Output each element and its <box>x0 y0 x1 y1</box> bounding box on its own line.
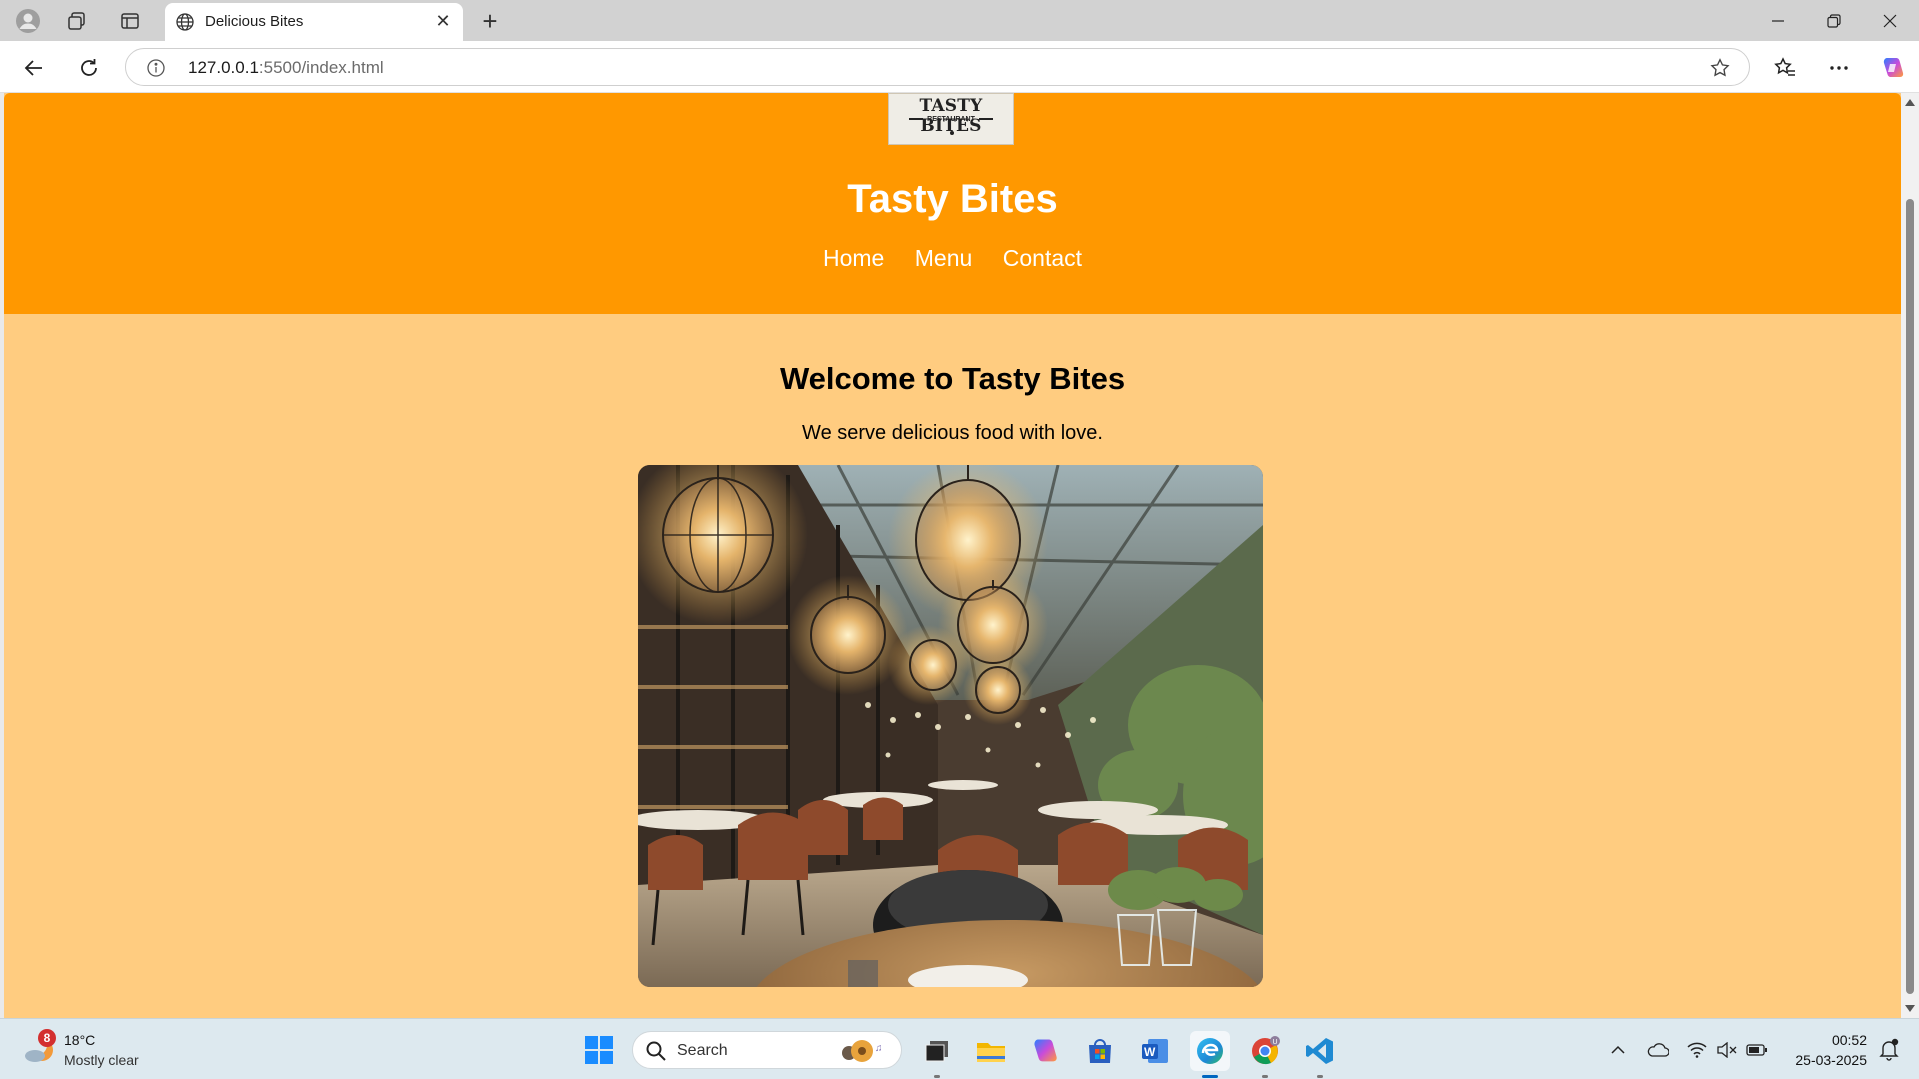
url-text: 127.0.0.1:5500/index.html <box>188 58 384 78</box>
reload-icon[interactable] <box>72 51 106 85</box>
weather-description[interactable]: Mostly clear <box>64 1052 139 1068</box>
copilot-icon <box>1034 1039 1057 1062</box>
vscode-icon <box>1306 1038 1333 1064</box>
restaurant-logo[interactable]: TASTY BITES RESTAURANT <box>888 93 1014 145</box>
onedrive-cloud-icon[interactable] <box>1647 1039 1669 1061</box>
battery-icon[interactable] <box>1746 1039 1768 1061</box>
site-nav: Home Menu Contact <box>4 245 1901 272</box>
wifi-icon[interactable] <box>1686 1039 1708 1061</box>
page-scrollbar[interactable] <box>1901 93 1919 1018</box>
svg-text:♫: ♫ <box>875 1043 883 1054</box>
edge-app[interactable] <box>1190 1031 1230 1078</box>
file-explorer-app[interactable] <box>971 1031 1011 1071</box>
scrollbar-thumb[interactable] <box>1906 199 1914 994</box>
back-icon[interactable] <box>17 51 51 85</box>
running-indicator <box>934 1075 940 1078</box>
file-manager-icon <box>925 1041 948 1062</box>
new-tab-icon[interactable]: + <box>475 6 505 36</box>
minimize-icon[interactable] <box>1750 0 1806 41</box>
site-title: Tasty Bites <box>847 177 1058 221</box>
tab-bar: Delicious Bites ✕ + <box>0 0 1919 41</box>
workspaces-icon[interactable] <box>62 6 92 36</box>
page-viewport: TASTY BITES RESTAURANT Tasty Bites Home … <box>4 93 1901 1018</box>
show-hidden-icons-chevron-icon[interactable] <box>1607 1039 1629 1061</box>
tab-delicious-bites[interactable]: Delicious Bites ✕ <box>165 3 463 41</box>
chrome-icon: U <box>1252 1036 1280 1065</box>
notifications-bell-icon[interactable] <box>1877 1037 1901 1061</box>
windows-start-icon[interactable] <box>584 1035 614 1065</box>
vertical-tabs-icon[interactable] <box>115 6 145 36</box>
microsoft-store-icon <box>1089 1039 1111 1063</box>
url-bar[interactable]: 127.0.0.1:5500/index.html <box>125 48 1750 86</box>
task-view-app[interactable] <box>917 1031 957 1078</box>
vscode-app[interactable] <box>1300 1031 1340 1078</box>
close-window-icon[interactable] <box>1862 0 1918 41</box>
clock-date[interactable]: 25-03-2025 <box>1795 1052 1867 1068</box>
taskbar-search[interactable]: Search ♫ <box>632 1031 902 1069</box>
microsoft-store-app[interactable] <box>1080 1031 1120 1071</box>
search-placeholder: Search <box>677 1042 728 1059</box>
file-explorer-icon <box>977 1043 1005 1062</box>
running-indicator <box>1202 1075 1218 1078</box>
word-icon: W <box>1142 1039 1168 1063</box>
logo-dot <box>950 131 954 135</box>
clock-time[interactable]: 00:52 <box>1832 1032 1867 1048</box>
more-options-icon[interactable] <box>1822 51 1856 85</box>
nav-home-link[interactable]: Home <box>823 245 884 272</box>
windows-taskbar: 8 18°C Mostly clear Search ♫ W U 00:52 2… <box>0 1018 1919 1079</box>
weather-temperature[interactable]: 18°C <box>64 1032 95 1048</box>
copilot-app[interactable] <box>1025 1031 1065 1071</box>
nav-contact-link[interactable]: Contact <box>1003 245 1082 272</box>
running-indicator <box>1317 1075 1323 1078</box>
address-bar: 127.0.0.1:5500/index.html <box>0 41 1919 93</box>
logo-subtitle: RESTAURANT <box>889 116 1013 123</box>
svg-text:U: U <box>1273 1039 1278 1046</box>
nav-menu-link[interactable]: Menu <box>915 245 973 272</box>
tab-title: Delicious Bites <box>205 13 304 30</box>
copilot-sidebar-icon[interactable] <box>1876 51 1910 85</box>
svg-text:W: W <box>1144 1045 1156 1059</box>
search-highlight-icon: ♫ <box>842 1040 883 1062</box>
tagline: We serve delicious food with love. <box>802 422 1103 444</box>
chrome-app[interactable]: U <box>1245 1031 1285 1078</box>
scroll-down-arrow-icon[interactable] <box>1905 1005 1915 1012</box>
search-icon <box>646 1041 666 1061</box>
speaker-muted-icon[interactable] <box>1716 1039 1738 1061</box>
weather-alert-badge: 8 <box>38 1029 56 1047</box>
running-indicator <box>1262 1075 1268 1078</box>
site-info-icon[interactable] <box>146 58 166 78</box>
scroll-up-arrow-icon[interactable] <box>1905 99 1915 106</box>
profile-icon[interactable] <box>13 6 43 36</box>
close-tab-icon[interactable]: ✕ <box>433 11 453 31</box>
favorite-star-icon[interactable] <box>1709 57 1731 79</box>
word-app[interactable]: W <box>1135 1031 1175 1071</box>
globe-icon <box>176 13 194 31</box>
edge-icon <box>1197 1038 1223 1064</box>
welcome-heading: Welcome to Tasty Bites <box>779 361 1126 396</box>
url-host: 127.0.0.1 <box>188 58 259 77</box>
restaurant-interior-image <box>638 465 1263 987</box>
site-header: TASTY BITES RESTAURANT Tasty Bites Home … <box>4 93 1901 314</box>
favorites-icon[interactable] <box>1768 51 1802 85</box>
restore-icon[interactable] <box>1806 0 1862 41</box>
url-path: :5500/index.html <box>258 58 384 77</box>
